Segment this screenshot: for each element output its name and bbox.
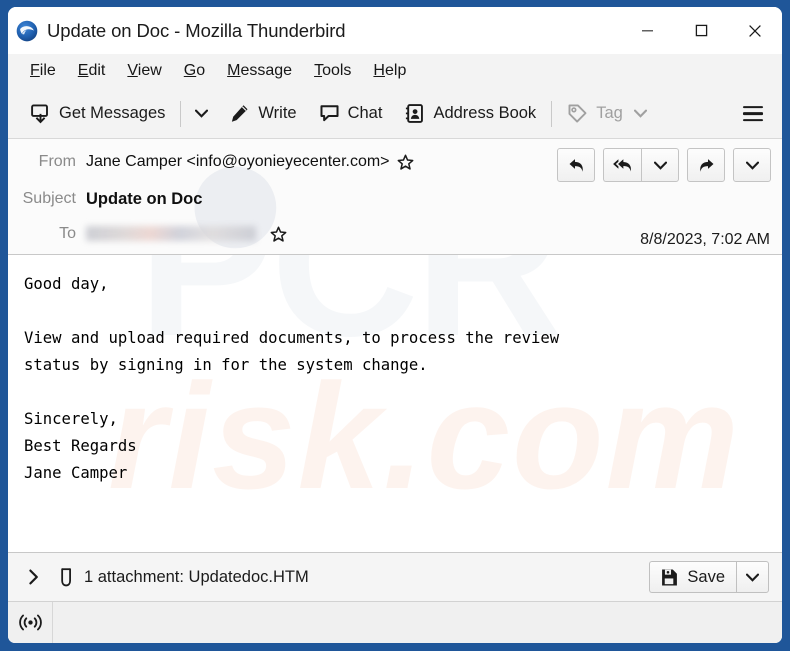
get-messages-dropdown[interactable]: [188, 101, 215, 126]
address-book-icon: [406, 104, 424, 123]
to-label: To: [59, 225, 76, 242]
header-row-from: From Jane Camper <info@oyonieyecenter.co…: [8, 139, 782, 182]
from-value[interactable]: Jane Camper <info@oyonieyecenter.com>: [86, 153, 390, 171]
maximize-button[interactable]: [674, 7, 728, 54]
star-icon[interactable]: [270, 226, 287, 243]
maximize-icon: [695, 24, 707, 37]
menu-go[interactable]: Go: [173, 60, 216, 82]
get-messages-label: Get Messages: [59, 104, 166, 122]
write-button[interactable]: Write: [221, 97, 304, 130]
chevron-down-icon: [653, 161, 667, 170]
broadcast-icon[interactable]: [8, 602, 53, 643]
reply-button[interactable]: [557, 148, 595, 182]
chat-button[interactable]: Chat: [311, 97, 391, 130]
subject-value: Update on Doc: [86, 189, 203, 208]
header-row-to: To: [8, 219, 782, 249]
statusbar: [8, 601, 782, 643]
minimize-icon: [641, 30, 653, 32]
chevron-right-icon: [29, 569, 38, 585]
get-messages-button[interactable]: Get Messages: [22, 97, 173, 130]
header-row-subject: Subject Update on Doc 8/8/2023, 7:02 AM: [8, 184, 782, 249]
paperclip-icon: [58, 567, 75, 588]
chevron-down-icon: [633, 109, 647, 118]
menu-file[interactable]: File: [19, 60, 67, 82]
menu-edit[interactable]: Edit: [67, 60, 117, 82]
message-body-text: Good day, View and upload required docum…: [24, 275, 560, 482]
attachment-save-group: Save: [649, 561, 769, 593]
write-label: Write: [258, 104, 297, 122]
address-book-button[interactable]: Address Book: [396, 97, 544, 130]
attachment-summary: 1 attachment: Updatedoc.HTM: [84, 567, 309, 586]
star-icon[interactable]: [397, 154, 414, 171]
hamburger-menu-icon: [743, 105, 763, 109]
attachment-bar: 1 attachment: Updatedoc.HTM Save: [8, 552, 782, 601]
close-icon: [749, 24, 761, 37]
tag-button[interactable]: Tag: [559, 97, 655, 130]
window-title: Update on Doc - Mozilla Thunderbird: [47, 19, 346, 41]
pencil-icon: [232, 105, 248, 122]
save-file-icon: [662, 569, 678, 585]
attachment-expander[interactable]: [22, 565, 46, 589]
toolbar-separator-2: [551, 100, 553, 127]
save-button[interactable]: Save: [649, 561, 736, 593]
app-menu-button[interactable]: [737, 99, 769, 129]
chevron-down-icon: [746, 573, 759, 582]
more-actions-dropdown[interactable]: [733, 148, 771, 182]
forward-button[interactable]: [687, 148, 725, 182]
address-book-label: Address Book: [433, 104, 537, 122]
reply-icon: [569, 158, 583, 172]
get-messages-icon: [31, 104, 48, 124]
message-body[interactable]: PCR risk.com Good day, View and upload r…: [8, 255, 782, 552]
chevron-down-icon: [195, 109, 209, 118]
reply-all-icon: [612, 158, 631, 172]
message-header: ● From Jane Camper <info@oyonieyecenter.…: [8, 139, 782, 255]
window-frame: Update on Doc - Mozilla Thunderbird File…: [0, 0, 790, 651]
hamburger-menu-icon: [743, 118, 763, 122]
to-value[interactable]: [86, 225, 256, 243]
save-dropdown[interactable]: [736, 561, 769, 593]
save-label: Save: [687, 567, 725, 586]
menu-message[interactable]: Message: [216, 60, 303, 82]
chat-label: Chat: [347, 104, 383, 122]
menu-view[interactable]: View: [116, 60, 172, 82]
from-label: From: [38, 153, 76, 170]
subject-label: Subject: [22, 190, 76, 207]
reply-all-dropdown[interactable]: [641, 148, 679, 182]
minimize-button[interactable]: [620, 7, 674, 54]
forward-icon: [699, 158, 713, 172]
redacted-recipient: [86, 226, 256, 242]
chevron-down-icon: [745, 161, 759, 170]
hamburger-menu-icon: [743, 112, 763, 115]
tag-label: Tag: [596, 104, 623, 122]
toolbar-separator-1: [180, 100, 182, 127]
titlebar[interactable]: Update on Doc - Mozilla Thunderbird: [8, 7, 782, 54]
chat-bubble-icon: [320, 105, 339, 122]
thunderbird-window: Update on Doc - Mozilla Thunderbird File…: [8, 7, 782, 643]
main-toolbar: Get Messages Write Chat Address Book Tag: [8, 89, 782, 139]
reply-actions: [557, 148, 771, 182]
reply-all-button[interactable]: [603, 148, 641, 182]
menubar: File Edit View Go Message Tools Help: [8, 54, 782, 89]
thunderbird-icon: [16, 20, 38, 42]
tag-icon: [568, 104, 587, 123]
close-button[interactable]: [728, 7, 782, 54]
window-controls: [620, 7, 782, 54]
menu-help[interactable]: Help: [362, 60, 417, 82]
menu-tools[interactable]: Tools: [303, 60, 362, 82]
